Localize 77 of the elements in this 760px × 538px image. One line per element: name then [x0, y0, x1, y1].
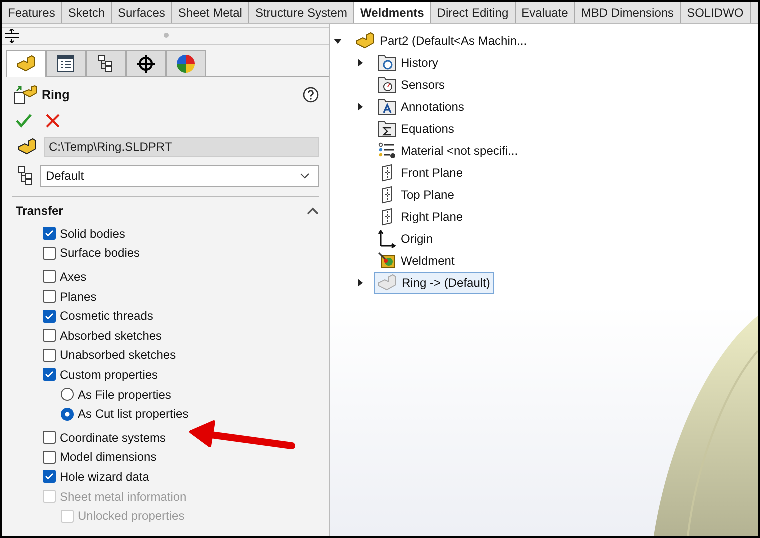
- radio-button[interactable]: [61, 388, 74, 402]
- checkbox[interactable]: [43, 227, 56, 240]
- folder-icon: [378, 120, 397, 138]
- configuration-icon: [98, 54, 114, 72]
- checkbox-label: Coordinate systems: [60, 430, 166, 445]
- folder-icon: [378, 54, 397, 72]
- tree-item[interactable]: History: [374, 52, 442, 74]
- checkbox-label: Surface bodies: [60, 246, 140, 260]
- checkbox[interactable]: [43, 450, 56, 464]
- part-file-icon: [18, 138, 38, 156]
- checkbox-label: Absorbed sketches: [60, 328, 162, 343]
- file-path-field[interactable]: C:\Temp\Ring.SLDPRT: [44, 137, 319, 157]
- section-title: Transfer: [16, 204, 64, 218]
- checkbox-label: Unabsorbed sketches: [60, 348, 176, 362]
- radio-button[interactable]: [61, 408, 74, 421]
- help-icon[interactable]: [303, 87, 319, 103]
- chevron-down-icon: [300, 173, 310, 179]
- tree-item[interactable]: Annotations: [374, 96, 468, 118]
- folder-icon: [378, 76, 397, 94]
- checkbox[interactable]: [43, 329, 56, 342]
- checkbox[interactable]: [43, 246, 56, 260]
- panel-tab[interactable]: [126, 50, 166, 76]
- checkbox-label: Sheet metal information: [60, 490, 187, 504]
- tree-item[interactable]: Right Plane: [374, 206, 468, 228]
- expand-arrow-icon[interactable]: [356, 103, 364, 111]
- checkbox[interactable]: [43, 310, 56, 323]
- panel-tab[interactable]: [46, 50, 86, 76]
- splitter-icon[interactable]: [4, 29, 20, 43]
- tree-item[interactable]: Material <not specifi...: [374, 140, 522, 162]
- panel-tab[interactable]: [86, 50, 126, 76]
- weldment-icon: [378, 252, 397, 270]
- insert-part-icon: [14, 85, 38, 105]
- checkbox-label: Unlocked properties: [78, 509, 185, 524]
- tree-item[interactable]: Top Plane: [374, 184, 458, 206]
- origin-axes-icon: [378, 230, 397, 248]
- checkbox-label: Axes: [60, 270, 87, 284]
- checkbox[interactable]: [43, 270, 56, 284]
- checkbox-label: Cosmetic threads: [60, 309, 154, 324]
- part-icon: [356, 32, 376, 50]
- cancel-icon[interactable]: [46, 114, 60, 128]
- expand-arrow-icon[interactable]: [356, 279, 364, 287]
- ok-check-icon[interactable]: [16, 114, 32, 128]
- checkbox-label: Model dimensions: [60, 450, 157, 464]
- part-icon: [16, 55, 36, 73]
- collapse-handle[interactable]: [164, 33, 169, 38]
- checkbox[interactable]: [43, 431, 56, 444]
- tree-item[interactable]: Part2 (Default<As Machin...: [352, 30, 532, 52]
- tree-item[interactable]: Origin: [374, 228, 438, 250]
- tree-item[interactable]: Front Plane: [374, 162, 468, 184]
- checkbox[interactable]: [43, 348, 56, 362]
- checkbox[interactable]: [43, 290, 56, 304]
- folder-icon: [378, 98, 397, 116]
- tree-item[interactable]: Equations: [374, 118, 458, 140]
- configuration-icon: [18, 166, 34, 186]
- expand-arrow-icon[interactable]: [356, 59, 364, 67]
- color-ball-icon: [176, 54, 196, 74]
- tree-item[interactable]: Ring -> (Default): [374, 272, 494, 294]
- radio-label: As Cut list properties: [78, 407, 189, 422]
- checkbox-label: Solid bodies: [60, 226, 126, 241]
- checkbox-label: Hole wizard data: [60, 470, 150, 484]
- expand-arrow-icon[interactable]: [334, 37, 342, 45]
- checkbox[interactable]: [43, 470, 56, 484]
- list-icon: [57, 54, 75, 72]
- caret-icon[interactable]: [307, 207, 319, 215]
- part-icon: [378, 274, 398, 292]
- tree-item[interactable]: Sensors: [374, 74, 450, 96]
- command-tab[interactable]: Weldments: [354, 2, 432, 23]
- checkbox[interactable]: [43, 368, 56, 382]
- radio-label: As File properties: [78, 388, 172, 402]
- checkbox-label: Planes: [60, 290, 97, 304]
- panel-tab[interactable]: [6, 50, 46, 77]
- crosshair-icon: [136, 54, 156, 74]
- tree-item[interactable]: Weldment: [374, 250, 459, 272]
- configuration-dropdown[interactable]: Default: [40, 165, 319, 187]
- checkbox-label: Custom properties: [60, 368, 158, 382]
- panel-title: Ring: [42, 88, 70, 102]
- material-icon: [378, 142, 397, 160]
